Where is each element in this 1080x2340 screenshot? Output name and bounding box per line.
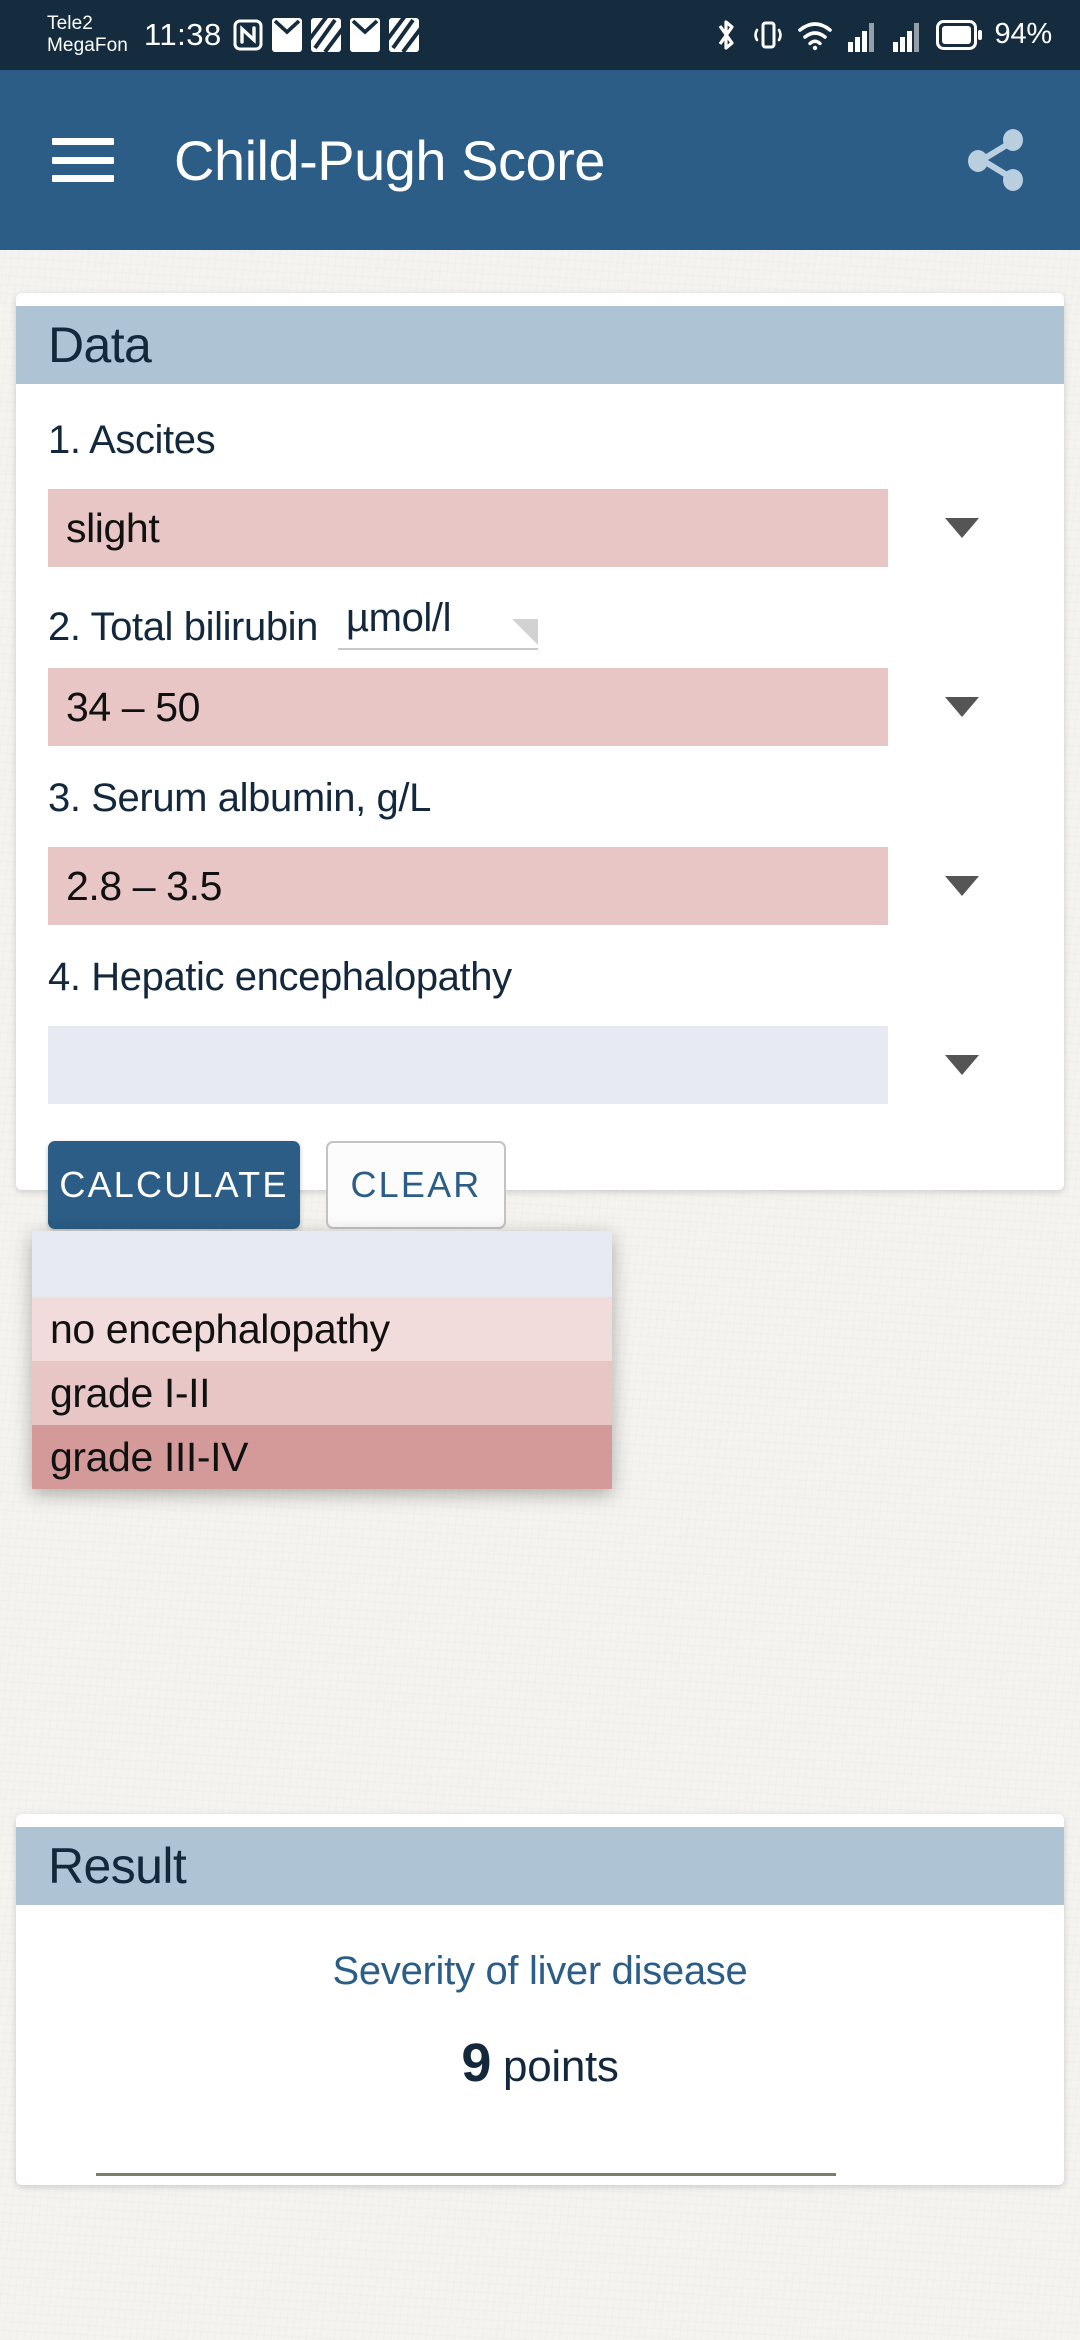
hamburger-bar <box>52 156 114 164</box>
result-card-body: Severity of liver disease 9 points <box>16 1905 1064 2185</box>
result-divider <box>96 2173 836 2176</box>
app-icon <box>310 18 341 52</box>
field-total-bilirubin-value[interactable]: 34 – 50 <box>48 668 888 746</box>
chevron-down-icon[interactable] <box>945 697 979 717</box>
field-ascites-label: 1. Ascites <box>48 418 216 462</box>
bilirubin-unit-spinner[interactable]: µmol/l <box>338 596 539 650</box>
encephalopathy-dropdown-popup[interactable]: no encephalopathy grade I-II grade III-I… <box>32 1231 612 1489</box>
data-card-title: Data <box>48 317 152 373</box>
signal-bars-icon <box>892 23 919 52</box>
clear-button[interactable]: CLEAR <box>326 1141 506 1229</box>
field-total-bilirubin: 2. Total bilirubin µmol/l 34 – 50 <box>48 567 1032 746</box>
battery-percent-label: 94% <box>994 17 1053 50</box>
status-bar: Tele2 MegaFon 11:38 94% <box>0 0 1080 70</box>
signal-bars-icon <box>847 23 874 52</box>
hamburger-bar <box>52 175 114 182</box>
dropdown-option-blank[interactable] <box>32 1231 612 1297</box>
field-total-bilirubin-label-text: 2. Total bilirubin <box>48 605 319 649</box>
wifi-icon <box>797 22 832 51</box>
result-caption: Severity of liver disease <box>332 1949 748 1993</box>
app-bar: Child-Pugh Score <box>0 70 1080 250</box>
bluetooth-icon <box>718 20 734 50</box>
field-ascites: 1. Ascites slight <box>48 384 1032 567</box>
vibrate-icon <box>753 21 782 49</box>
field-hepatic-encephalopathy-value[interactable] <box>48 1026 888 1104</box>
share-button[interactable] <box>958 123 1032 197</box>
field-ascites-spinner[interactable]: slight <box>48 489 1032 567</box>
data-card-body: 1. Ascites slight 2. Total bilirubin µmo… <box>16 384 1064 1229</box>
carrier-line-2: MegaFon <box>47 35 128 56</box>
status-notification-icons <box>233 18 419 52</box>
field-hepatic-encephalopathy-spinner[interactable] <box>48 1026 1032 1104</box>
share-icon <box>968 129 1023 191</box>
chevron-down-icon[interactable] <box>945 518 979 538</box>
field-ascites-value[interactable]: slight <box>48 489 888 567</box>
calculate-button[interactable]: CALCULATE <box>48 1141 300 1229</box>
field-serum-albumin-spinner[interactable]: 2.8 – 3.5 <box>48 847 1032 925</box>
nfc-icon <box>233 19 263 51</box>
status-system-icons: 94% <box>713 17 1052 53</box>
field-hepatic-encephalopathy-label: 4. Hepatic encephalopathy <box>48 955 512 999</box>
result-score-number: 9 <box>461 2033 492 2093</box>
chevron-down-icon[interactable] <box>945 876 979 896</box>
dropdown-option-no-encephalopathy[interactable]: no encephalopathy <box>32 1297 612 1361</box>
result-score: 9 points <box>16 2032 1064 2094</box>
carrier-line-1: Tele2 <box>47 13 93 34</box>
field-serum-albumin-label: 3. Serum albumin, g/L <box>48 776 431 820</box>
status-clock: 11:38 <box>143 16 222 52</box>
result-score-unit: points <box>491 2042 619 2091</box>
result-card-title: Result <box>48 1838 187 1894</box>
chevron-down-icon[interactable] <box>945 1055 979 1075</box>
data-card-header: Data <box>16 306 1064 384</box>
carrier-label: Tele2 MegaFon <box>47 13 128 57</box>
field-total-bilirubin-spinner[interactable]: 34 – 50 <box>48 668 1032 746</box>
data-card: Data 1. Ascites slight 2. Total bilirubi… <box>16 293 1064 1229</box>
mail-icon <box>349 18 380 52</box>
field-hepatic-encephalopathy: 4. Hepatic encephalopathy <box>48 925 1032 1104</box>
battery-icon <box>935 20 982 50</box>
mail-icon <box>271 18 302 52</box>
field-serum-albumin-value[interactable]: 2.8 – 3.5 <box>48 847 888 925</box>
page-title: Child-Pugh Score <box>174 128 605 192</box>
action-buttons-row: CALCULATE CLEAR <box>48 1127 1032 1229</box>
app-icon <box>388 18 419 52</box>
field-total-bilirubin-label: 2. Total bilirubin µmol/l <box>48 596 1032 650</box>
dropdown-option-grade-iii-iv[interactable]: grade III-IV <box>32 1425 612 1489</box>
hamburger-bar <box>52 138 114 145</box>
result-card-header: Result <box>16 1827 1064 1905</box>
dropdown-option-grade-i-ii[interactable]: grade I-II <box>32 1361 612 1425</box>
field-serum-albumin: 3. Serum albumin, g/L 2.8 – 3.5 <box>48 746 1032 925</box>
result-card: Result Severity of liver disease 9 point… <box>16 1814 1064 2185</box>
hamburger-menu-icon[interactable] <box>52 138 114 182</box>
